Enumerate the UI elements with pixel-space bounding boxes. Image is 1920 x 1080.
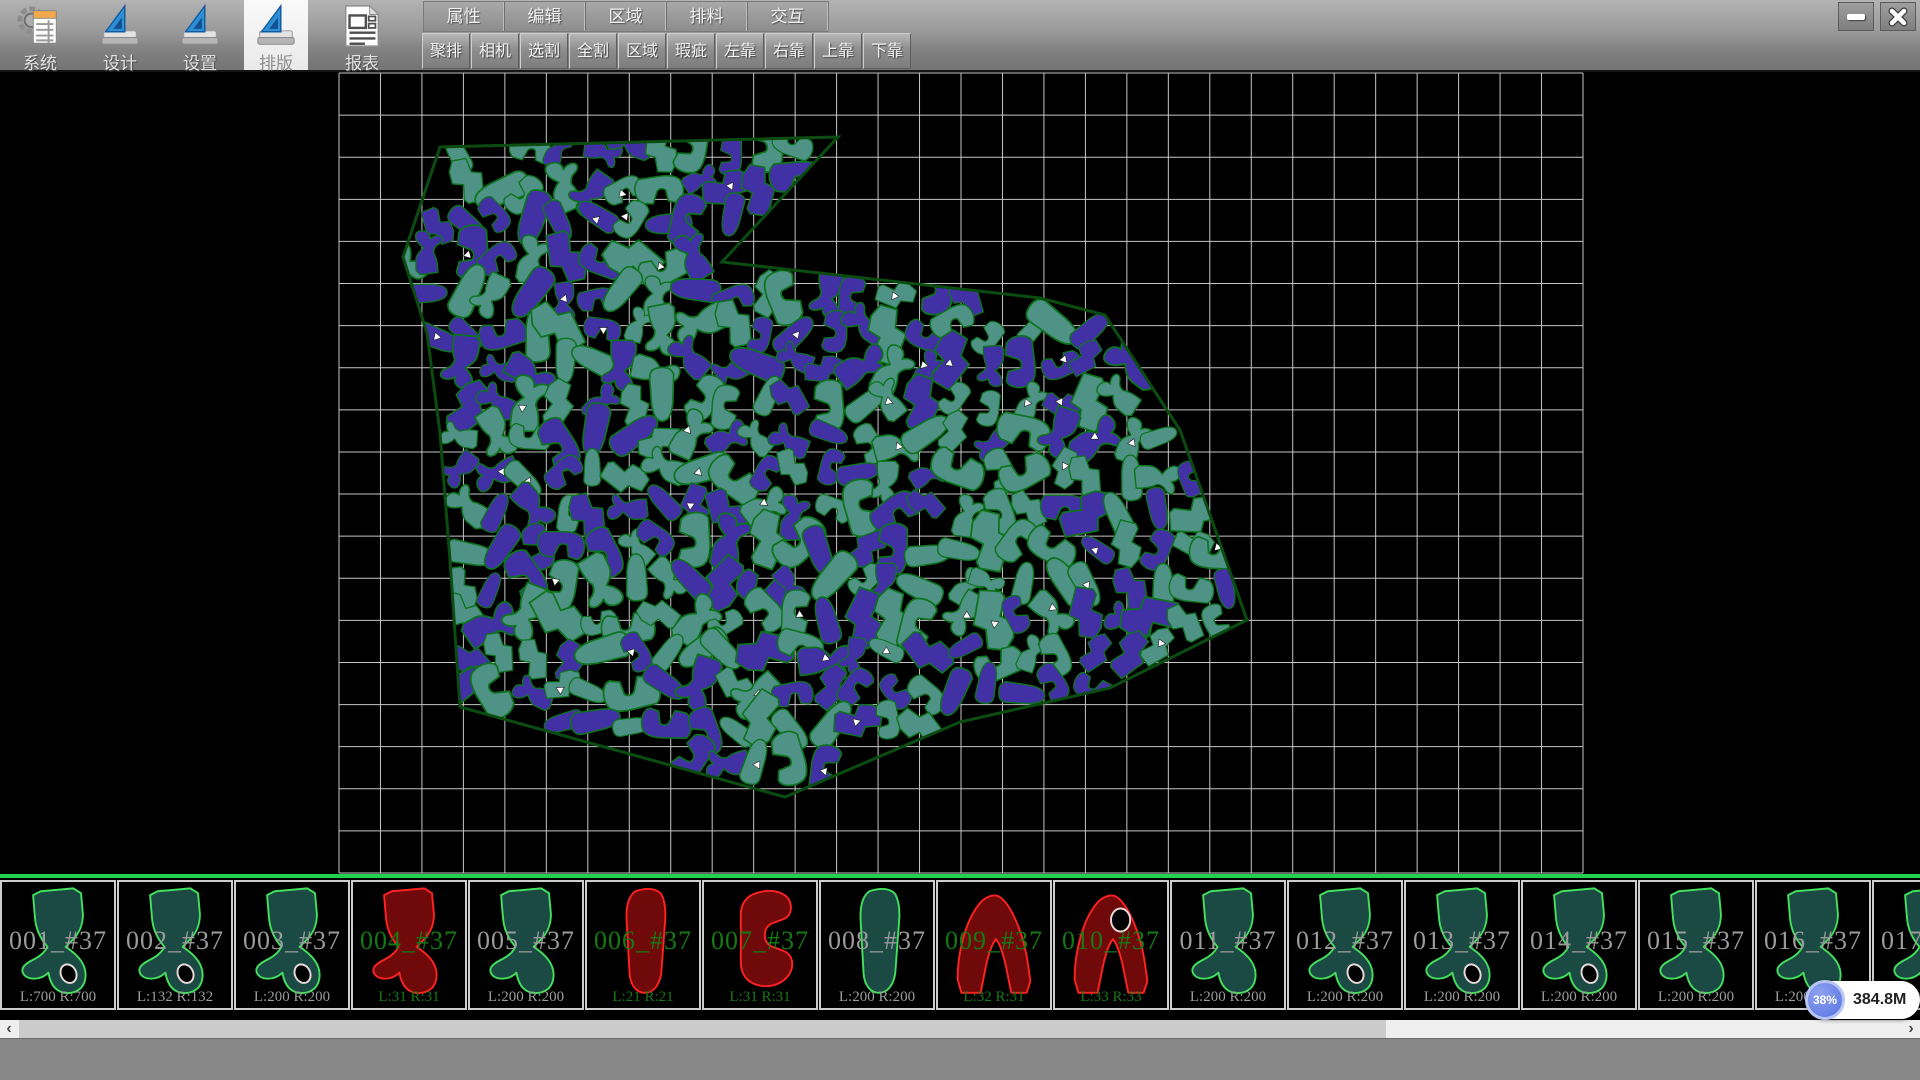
thumbnail-cell-005_#37[interactable]: 005_#37 L:200 R:200 bbox=[468, 880, 584, 1010]
piece-count-label: L:200 R:200 bbox=[1640, 989, 1752, 1006]
piece-count-label: L:21 R:21 bbox=[587, 989, 699, 1006]
app-button-system[interactable]: 系统 bbox=[8, 0, 72, 70]
thumbnail-cell-001_#37[interactable]: 001_#37 L:700 R:700 bbox=[0, 880, 116, 1010]
tool-button-4[interactable]: 区域 bbox=[618, 33, 666, 69]
thumbnail-cell-011_#37[interactable]: 011_#37 L:200 R:200 bbox=[1170, 880, 1286, 1010]
piece-count-label: L:200 R:200 bbox=[1406, 989, 1518, 1006]
piece-id-label: 003_#37 bbox=[236, 926, 348, 956]
piece-id-label: 013_#37 bbox=[1406, 926, 1518, 956]
piece-id-label: 017_#37 bbox=[1874, 926, 1920, 956]
application-window: 系统设计设置排版报表 属性编辑区域排料交互 聚排相机选割全割区域瑕疵左靠右靠上靠… bbox=[0, 0, 1920, 1080]
app-button-report[interactable]: 报表 bbox=[330, 0, 394, 70]
piece-id-label: 006_#37 bbox=[587, 926, 699, 956]
progress-badge[interactable]: 38% 384.8M bbox=[1806, 981, 1920, 1019]
piece-count-label: L:200 R:200 bbox=[821, 989, 933, 1006]
nested-pieces bbox=[371, 114, 1244, 795]
piece-thumbnail-strip: 001_#37L:700 R:700002_#37L:132 R:132003_… bbox=[0, 880, 1920, 1012]
menu-bar: 属性编辑区域排料交互 bbox=[424, 2, 828, 31]
piece-id-label: 008_#37 bbox=[821, 926, 933, 956]
piece-count-label: L:132 R:132 bbox=[119, 989, 231, 1006]
tool-button-9[interactable]: 下靠 bbox=[863, 33, 911, 69]
app-button-label: 系统 bbox=[8, 49, 72, 74]
app-button-label: 设置 bbox=[168, 49, 232, 74]
status-bar bbox=[0, 1038, 1920, 1080]
piece-id-label: 015_#37 bbox=[1640, 926, 1752, 956]
piece-count-label: L:200 R:200 bbox=[1172, 989, 1284, 1006]
thumbnail-cell-009_#37[interactable]: 009_#37 L:32 R:31 bbox=[936, 880, 1052, 1010]
app-button-label: 排版 bbox=[244, 49, 308, 74]
close-icon bbox=[1888, 7, 1908, 27]
tool-button-8[interactable]: 上靠 bbox=[814, 33, 862, 69]
piece-count-label: L:200 R:200 bbox=[470, 989, 582, 1006]
piece-count-label: L:200 R:200 bbox=[236, 989, 348, 1006]
thumbnail-cell-007_#37[interactable]: 007_#37 L:31 R:31 bbox=[702, 880, 818, 1010]
menu-item-1[interactable]: 编辑 bbox=[504, 2, 585, 31]
tool-button-5[interactable]: 瑕疵 bbox=[667, 33, 715, 69]
thumbnail-cell-006_#37[interactable]: 006_#37 L:21 R:21 bbox=[585, 880, 701, 1010]
strip-separator bbox=[0, 874, 1920, 878]
window-controls bbox=[1838, 2, 1916, 31]
design-icon bbox=[97, 3, 143, 49]
scroll-left-arrow[interactable]: ‹ bbox=[0, 1020, 18, 1038]
thumbnail-cell-014_#37[interactable]: 014_#37 L:200 R:200 bbox=[1521, 880, 1637, 1010]
piece-id-label: 001_#37 bbox=[2, 926, 114, 956]
report-icon bbox=[339, 3, 385, 49]
piece-id-label: 014_#37 bbox=[1523, 926, 1635, 956]
settings-icon bbox=[177, 3, 223, 49]
piece-id-label: 016_#37 bbox=[1757, 926, 1869, 956]
piece-count-label: L:200 R:200 bbox=[1523, 989, 1635, 1006]
memory-usage: 384.8M bbox=[1853, 991, 1906, 1009]
layout-icon bbox=[253, 3, 299, 49]
thumbnail-cell-010_#37[interactable]: 010_#37 L:33 R:33 bbox=[1053, 880, 1169, 1010]
horizontal-scrollbar[interactable]: ‹ › bbox=[0, 1020, 1920, 1038]
piece-id-label: 002_#37 bbox=[119, 926, 231, 956]
piece-id-label: 012_#37 bbox=[1289, 926, 1401, 956]
close-button[interactable] bbox=[1880, 2, 1916, 31]
app-button-label: 报表 bbox=[330, 49, 394, 74]
app-button-settings[interactable]: 设置 bbox=[168, 0, 232, 70]
scroll-right-arrow[interactable]: › bbox=[1902, 1020, 1920, 1038]
app-button-design[interactable]: 设计 bbox=[88, 0, 152, 70]
piece-id-label: 004_#37 bbox=[353, 926, 465, 956]
tool-button-7[interactable]: 右靠 bbox=[765, 33, 813, 69]
piece-count-label: L:33 R:33 bbox=[1055, 989, 1167, 1006]
tool-button-6[interactable]: 左靠 bbox=[716, 33, 764, 69]
app-button-layout[interactable]: 排版 bbox=[244, 0, 308, 70]
piece-count-label: L:32 R:31 bbox=[938, 989, 1050, 1006]
thumbnail-cell-008_#37[interactable]: 008_#37 L:200 R:200 bbox=[819, 880, 935, 1010]
toolbar: 系统设计设置排版报表 属性编辑区域排料交互 聚排相机选割全割区域瑕疵左靠右靠上靠… bbox=[0, 0, 1920, 72]
app-button-label: 设计 bbox=[88, 49, 152, 74]
menu-item-2[interactable]: 区域 bbox=[585, 2, 666, 31]
thumbnail-cell-012_#37[interactable]: 012_#37 L:200 R:200 bbox=[1287, 880, 1403, 1010]
thumbnail-cell-002_#37[interactable]: 002_#37 L:132 R:132 bbox=[117, 880, 233, 1010]
piece-id-label: 007_#37 bbox=[704, 926, 816, 956]
thumbnail-cell-015_#37[interactable]: 015_#37 L:200 R:200 bbox=[1638, 880, 1754, 1010]
menu-item-4[interactable]: 交互 bbox=[747, 2, 828, 31]
thumbnail-cell-004_#37[interactable]: 004_#37 L:31 R:31 bbox=[351, 880, 467, 1010]
piece-count-label: L:200 R:200 bbox=[1289, 989, 1401, 1006]
piece-id-label: 009_#37 bbox=[938, 926, 1050, 956]
tool-button-1[interactable]: 相机 bbox=[471, 33, 519, 69]
piece-id-label: 010_#37 bbox=[1055, 926, 1167, 956]
tool-bar: 聚排相机选割全割区域瑕疵左靠右靠上靠下靠 bbox=[422, 33, 912, 69]
piece-count-label: L:700 R:700 bbox=[2, 989, 114, 1006]
tool-button-2[interactable]: 选割 bbox=[520, 33, 568, 69]
piece-id-label: 011_#37 bbox=[1172, 926, 1284, 956]
thumbnail-cell-003_#37[interactable]: 003_#37 L:200 R:200 bbox=[234, 880, 350, 1010]
scrollbar-thumb[interactable] bbox=[19, 1020, 1386, 1038]
system-icon bbox=[17, 3, 63, 49]
menu-item-3[interactable]: 排料 bbox=[666, 2, 747, 31]
piece-id-label: 005_#37 bbox=[470, 926, 582, 956]
minimize-button[interactable] bbox=[1838, 2, 1874, 31]
thumbnail-cell-013_#37[interactable]: 013_#37 L:200 R:200 bbox=[1404, 880, 1520, 1010]
menu-item-0[interactable]: 属性 bbox=[424, 2, 504, 31]
tool-button-3[interactable]: 全割 bbox=[569, 33, 617, 69]
piece-count-label: L:31 R:31 bbox=[704, 989, 816, 1006]
minimize-icon bbox=[1847, 14, 1865, 20]
tool-button-0[interactable]: 聚排 bbox=[422, 33, 470, 69]
progress-percent: 38% bbox=[1805, 980, 1845, 1020]
piece-count-label: L:31 R:31 bbox=[353, 989, 465, 1006]
